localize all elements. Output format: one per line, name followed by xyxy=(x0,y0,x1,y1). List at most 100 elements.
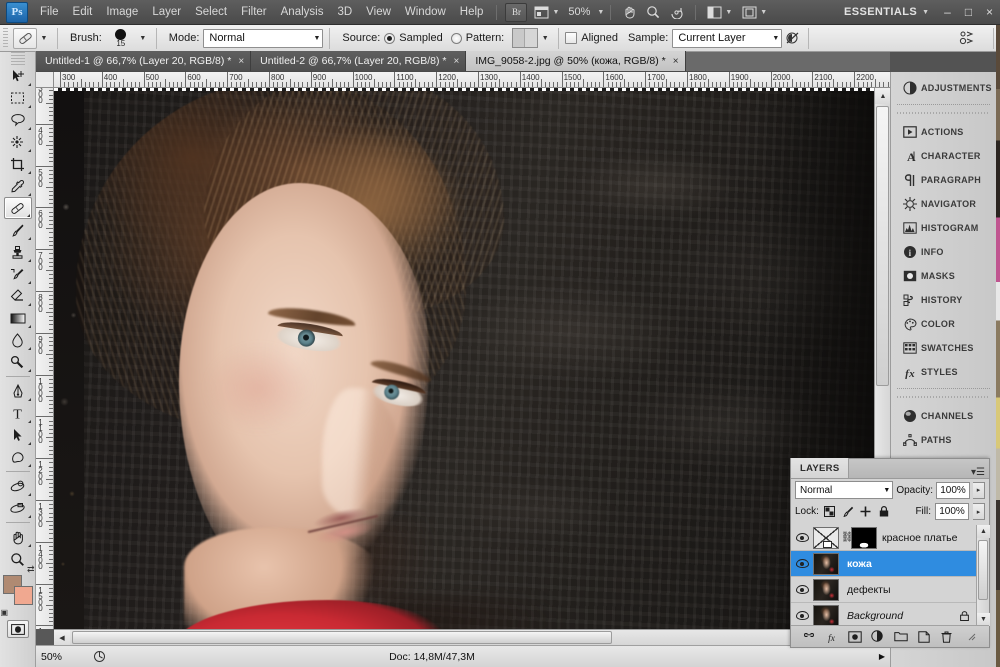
dock-item-histogram[interactable]: HISTOGRAM xyxy=(891,216,996,240)
rectangular-marquee-tool[interactable] xyxy=(4,87,32,109)
close-button[interactable]: × xyxy=(979,2,1000,23)
new-group-button[interactable] xyxy=(893,629,908,644)
ignore-adjustment-layers-icon[interactable] xyxy=(782,28,802,48)
dock-item-color[interactable]: COLOR xyxy=(891,312,996,336)
tab-img-9058-2[interactable]: IMG_9058-2.jpg @ 50% (кожа, RGB/8) * × xyxy=(466,51,686,71)
dock-item-adjustments[interactable]: ADJUSTMENTS xyxy=(891,76,996,100)
tab-untitled-1[interactable]: Untitled-1 @ 66,7% (Layer 20, RGB/8) * × xyxy=(36,51,252,71)
workspace-label[interactable]: ESSENTIALS xyxy=(844,6,919,18)
pen-tool[interactable] xyxy=(4,380,32,402)
dock-item-paragraph[interactable]: PARAGRAPH xyxy=(891,168,996,192)
current-tool-preview-icon[interactable] xyxy=(13,27,37,49)
blur-tool[interactable] xyxy=(4,329,32,351)
layer-name[interactable]: красное платье xyxy=(882,532,957,544)
scroll-up-button[interactable]: ▲ xyxy=(875,88,891,104)
screen-mode-2-icon[interactable]: ▼ xyxy=(738,3,771,22)
dock-grip-1[interactable] xyxy=(897,109,990,117)
status-zoom-field[interactable]: 50% xyxy=(36,651,88,663)
eraser-tool[interactable] xyxy=(4,285,32,307)
menu-analysis[interactable]: Analysis xyxy=(274,3,331,21)
horizontal-scroll-thumb[interactable] xyxy=(72,631,612,644)
dock-item-masks[interactable]: MASKS xyxy=(891,264,996,288)
status-menu-arrow[interactable]: ▶ xyxy=(874,652,890,661)
healing-brush-tool[interactable] xyxy=(3,197,32,219)
menu-view[interactable]: View xyxy=(359,3,398,21)
horizontal-type-tool[interactable]: T xyxy=(4,402,32,424)
panel-menu-icon[interactable]: ▾☰ xyxy=(971,467,989,478)
delete-layer-button[interactable] xyxy=(939,629,954,644)
custom-shape-tool[interactable] xyxy=(4,446,32,468)
layers-scroll-up[interactable]: ▲ xyxy=(977,525,990,538)
crop-tool[interactable] xyxy=(4,153,32,175)
default-colors-icon[interactable]: ▣ xyxy=(1,608,9,617)
brush-tool[interactable] xyxy=(4,219,32,241)
menu-edit[interactable]: Edit xyxy=(66,3,100,21)
rotate-view-tool-icon[interactable] xyxy=(666,3,688,22)
source-pattern-radio[interactable]: Pattern: xyxy=(450,32,504,44)
lasso-tool[interactable] xyxy=(4,109,32,131)
aligned-checkbox[interactable]: Aligned xyxy=(565,32,622,44)
horizontal-ruler[interactable]: 300 400 500 600 700 800 900 1000 1100 1200 1300 140… xyxy=(54,72,890,88)
scroll-left-button[interactable]: ◀ xyxy=(54,630,70,646)
menu-3d[interactable]: 3D xyxy=(330,3,359,21)
zoom-caret[interactable]: ▼ xyxy=(597,9,604,16)
bridge-icon[interactable]: Br xyxy=(505,2,528,22)
dock-item-navigator[interactable]: NAVIGATOR xyxy=(891,192,996,216)
sample-select[interactable]: Current Layer ▼ xyxy=(672,28,783,48)
clone-stamp-tool[interactable] xyxy=(4,241,32,263)
layer-row-krasnoe-platje[interactable]: ⛓ красное платье xyxy=(791,525,989,551)
menu-window[interactable]: Window xyxy=(398,3,453,21)
canvas-viewport[interactable] xyxy=(54,88,890,629)
swap-colors-icon[interactable]: ⇄ xyxy=(27,564,35,575)
tab-close-icon[interactable]: × xyxy=(454,56,460,67)
hand-tool[interactable] xyxy=(4,526,32,548)
vertical-scroll-thumb[interactable] xyxy=(876,106,889,386)
history-brush-tool[interactable] xyxy=(4,263,32,285)
hand-tool-icon[interactable] xyxy=(618,3,640,22)
layer-blend-mode-select[interactable]: Normal ▼ xyxy=(795,481,894,499)
orbit-3d-camera-tool[interactable] xyxy=(4,497,32,519)
panel-resize-grip[interactable] xyxy=(964,629,979,644)
menu-help[interactable]: Help xyxy=(453,3,491,21)
layer-list[interactable]: ⛓ красное платье кожа дефекты Background xyxy=(791,525,989,626)
layer-visibility-toggle[interactable] xyxy=(791,585,813,594)
lock-transparent-pixels-icon[interactable] xyxy=(823,506,837,517)
layer-name[interactable]: кожа xyxy=(847,558,872,570)
pattern-swatch[interactable] xyxy=(512,28,539,48)
move-tool[interactable] xyxy=(4,65,32,87)
layer-name[interactable]: дефекты xyxy=(847,584,891,596)
brush-picker-arrow[interactable]: ▼ xyxy=(136,28,150,49)
dock-item-info[interactable]: i INFO xyxy=(891,240,996,264)
path-selection-tool[interactable] xyxy=(4,424,32,446)
layer-thumbnail[interactable] xyxy=(813,552,839,575)
opacity-slider-arrow[interactable]: ▸ xyxy=(973,481,985,499)
dock-item-paths[interactable]: PATHS xyxy=(891,428,996,452)
blend-mode-select[interactable]: Normal ▼ xyxy=(203,28,324,48)
layers-scroll-thumb[interactable] xyxy=(978,540,988,600)
arrange-documents-icon[interactable]: ▼ xyxy=(703,3,736,22)
source-sampled-radio[interactable]: Sampled xyxy=(384,32,443,44)
tab-close-icon[interactable]: × xyxy=(673,56,679,67)
menu-select[interactable]: Select xyxy=(188,3,234,21)
dodge-tool[interactable] xyxy=(4,351,32,373)
new-layer-button[interactable] xyxy=(916,629,931,644)
link-layers-button[interactable] xyxy=(801,629,816,644)
menu-layer[interactable]: Layer xyxy=(145,3,188,21)
pattern-picker-arrow[interactable]: ▼ xyxy=(538,28,552,49)
layer-name[interactable]: Background xyxy=(847,610,903,622)
zoom-tool-icon[interactable] xyxy=(642,3,664,22)
fill-slider-arrow[interactable]: ▸ xyxy=(973,503,985,520)
layer-row-defekty[interactable]: дефекты xyxy=(791,577,989,603)
opacity-value[interactable]: 100% xyxy=(936,481,970,499)
layers-vertical-scrollbar[interactable]: ▲ ▼ xyxy=(976,525,990,626)
gradient-tool[interactable] xyxy=(4,307,32,329)
layer-style-button[interactable]: fx xyxy=(824,629,839,644)
menu-filter[interactable]: Filter xyxy=(234,3,274,21)
layer-visibility-toggle[interactable] xyxy=(791,559,813,568)
canvas-horizontal-scrollbar[interactable]: ◀ ▶ xyxy=(54,629,890,646)
layer-thumbnail[interactable] xyxy=(813,526,839,549)
dock-item-actions[interactable]: ACTIONS xyxy=(891,120,996,144)
layer-visibility-toggle[interactable] xyxy=(791,533,813,542)
dock-grip-2[interactable] xyxy=(897,393,990,401)
dock-item-history[interactable]: HISTORY xyxy=(891,288,996,312)
